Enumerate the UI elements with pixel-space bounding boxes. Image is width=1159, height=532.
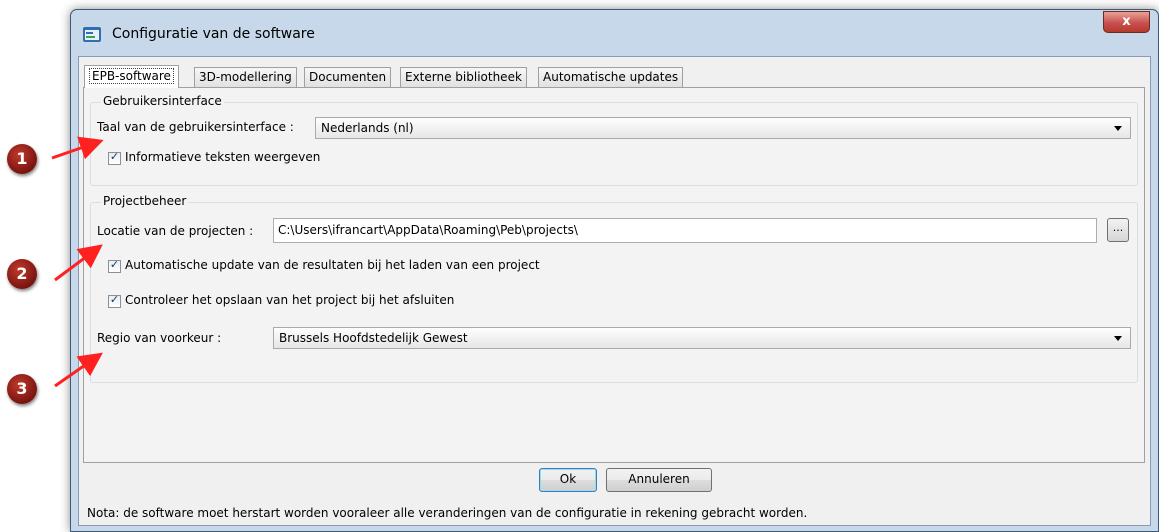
dialog-client: EPB-software 3D-modellering Documenten E… [78,56,1151,526]
language-label: Taal van de gebruikersinterface : [97,120,294,134]
language-select[interactable]: Nederlands (nl) [315,117,1131,139]
group-title-gebruikersinterface: Gebruikersinterface [101,94,224,108]
group-gebruikersinterface: Gebruikersinterface Taal van de gebruike… [90,94,1138,186]
auto-update-label: Automatische update van de resultaten bi… [125,258,540,272]
chevron-down-icon [1114,126,1122,131]
config-dialog: Configuratie van de software x EPB-softw… [70,9,1159,532]
chevron-down-icon [1114,336,1122,341]
language-value: Nederlands (nl) [321,121,414,135]
info-texts-label: Informatieve teksten weergeven [125,150,321,164]
browse-button[interactable]: ... [1107,218,1129,242]
check-save-label: Controleer het opslaan van het project b… [125,293,455,307]
group-projectbeheer: Projectbeheer Locatie van de projecten :… [90,194,1138,383]
region-value: Brussels Hoofdstedelijk Gewest [279,331,468,345]
annotation-number: 2 [16,264,28,283]
ellipsis-icon: ... [1112,221,1124,234]
info-texts-checkbox[interactable]: ✓ [108,150,121,165]
tab-label: Externe bibliotheek [405,70,522,84]
close-icon: x [1122,14,1131,29]
ok-button[interactable]: Ok [539,468,597,492]
annotation-marker-2: 2 [7,259,37,289]
annotation-marker-3: 3 [7,374,37,404]
ok-button-label: Ok [559,472,577,486]
tab-label: Automatische updates [543,70,679,84]
region-label: Regio van voorkeur : [97,331,222,345]
auto-update-checkbox[interactable]: ✓ [108,258,121,273]
location-input[interactable] [274,219,1063,241]
region-select[interactable]: Brussels Hoofdstedelijk Gewest [273,327,1131,349]
tab-3d-modellering[interactable]: 3D-modellering [194,67,297,87]
tab-label: 3D-modellering [199,70,292,84]
window-title: Configuratie van de software [112,26,315,42]
checkmark-icon: ✓ [109,150,120,163]
close-button[interactable]: x [1103,11,1150,33]
app-icon [83,27,101,42]
tab-epb-software[interactable]: EPB-software [84,65,179,88]
tab-documenten[interactable]: Documenten [304,67,392,87]
tab-automatische-updates[interactable]: Automatische updates [538,67,684,87]
checkmark-icon: ✓ [109,258,120,271]
check-save-checkbox[interactable]: ✓ [108,293,121,308]
group-title-projectbeheer: Projectbeheer [101,194,189,208]
tab-panel-epb-software: Gebruikersinterface Taal van de gebruike… [83,87,1145,463]
tab-externe-bibliotheek[interactable]: Externe bibliotheek [400,67,527,87]
cancel-button-label: Annuleren [628,472,690,486]
tab-label: EPB-software [89,68,174,84]
cancel-button[interactable]: Annuleren [606,468,712,492]
annotation-number: 1 [16,149,28,168]
tab-label: Documenten [309,70,387,84]
location-field[interactable] [273,218,1097,243]
location-label: Locatie van de projecten : [97,224,254,238]
annotation-marker-1: 1 [7,144,37,174]
title-bar[interactable]: Configuratie van de software x [71,10,1158,54]
annotation-number: 3 [16,379,28,398]
checkmark-icon: ✓ [109,293,120,306]
restart-note: Nota: de software moet herstart worden v… [87,506,808,520]
